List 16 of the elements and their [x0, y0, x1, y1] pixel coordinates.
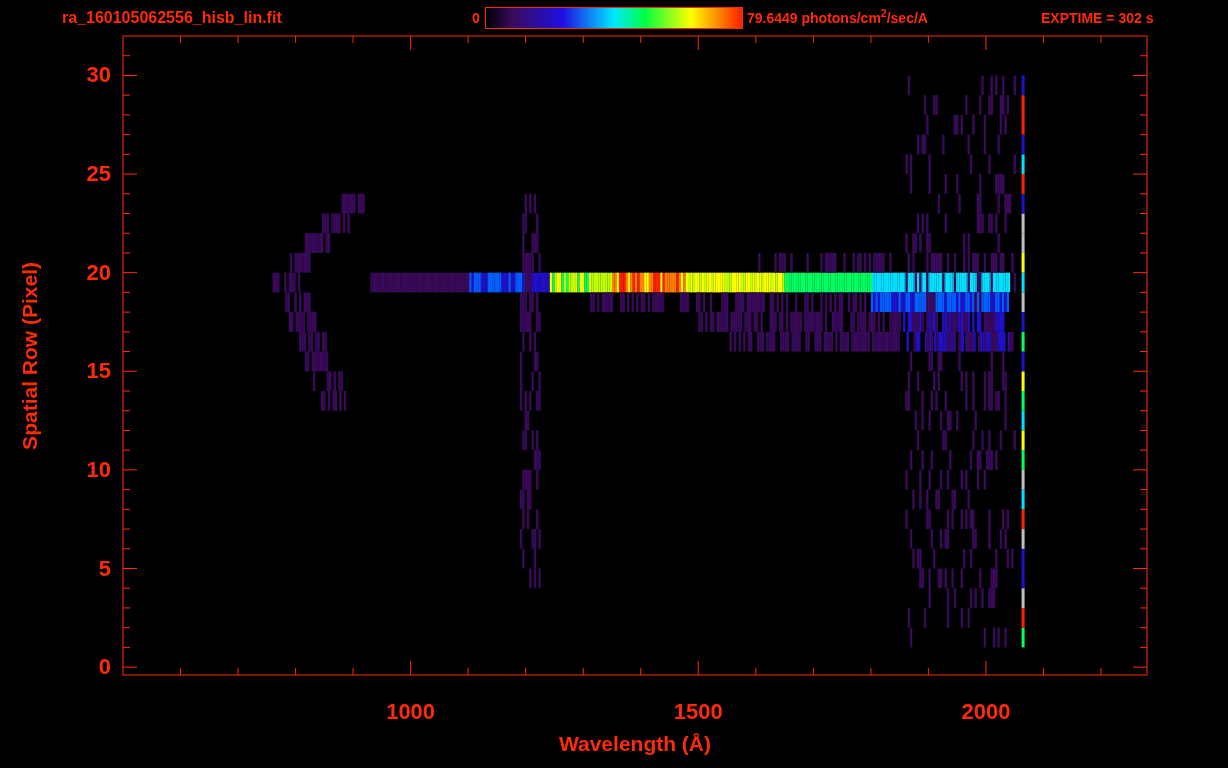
x-axis-label: Wavelength (Å)	[558, 733, 712, 754]
x-tick-label: 1000	[386, 701, 436, 723]
exposure-time: EXPTIME = 302 s	[1041, 8, 1154, 28]
y-tick-label: 25	[86, 163, 111, 186]
colorbar-max-label: 79.6449 photons/cm$^{2}$/sec/A	[747, 7, 929, 28]
x-tick-label: 1500	[673, 701, 723, 723]
x-tick-label: 2000	[961, 701, 1011, 723]
y-tick-label: 15	[86, 360, 111, 383]
file-title: ra_160105062556_hisb_lin.fit	[62, 8, 283, 28]
y-tick-label: 10	[86, 458, 111, 481]
y-tick-label: 5	[98, 557, 111, 580]
y-tick-label: 20	[86, 261, 111, 284]
colorbar-min-label: 0	[472, 8, 481, 28]
y-tick-label: 0	[98, 656, 111, 679]
y-tick-label: 30	[86, 64, 111, 87]
y-axis-label: Spatial Row (Pixel)	[17, 261, 43, 450]
